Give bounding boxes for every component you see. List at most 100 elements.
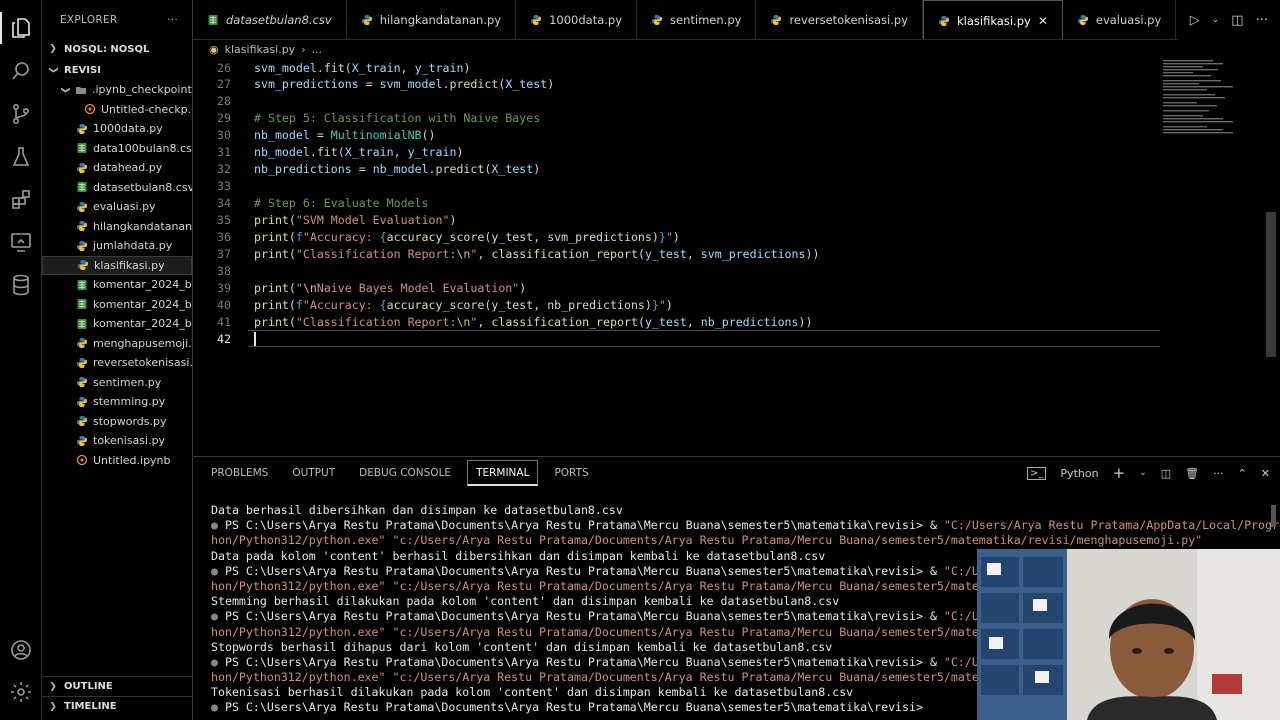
terminal-prompt: PS C:\Users\Arya Restu Pratama\Documents… bbox=[224, 563, 944, 578]
tab-hilangkandatanan[interactable]: hilangkandatanan.py bbox=[347, 0, 517, 39]
run-icon[interactable]: ▷ bbox=[1190, 13, 1200, 28]
search-icon[interactable] bbox=[0, 51, 42, 91]
panel-tab-problems[interactable]: PROBLEMS bbox=[203, 457, 276, 489]
sidebar-item[interactable]: Untitled-checkp... bbox=[42, 100, 192, 120]
explorer-icon[interactable] bbox=[0, 8, 42, 48]
panel-more-icon[interactable]: ··· bbox=[1213, 467, 1224, 480]
tab-reversetokenisasi[interactable]: reversetokenisasi.py bbox=[756, 0, 924, 39]
code-editor[interactable]: 26 svm_model.fit(X_train, y_train) 27 svm_p… bbox=[193, 58, 1280, 456]
py-file-icon bbox=[76, 357, 88, 369]
sidebar-item[interactable]: komentar_2024_b... bbox=[42, 295, 192, 315]
explorer-more-icon[interactable]: ··· bbox=[167, 14, 178, 26]
run-dropdown-icon[interactable]: ⌄ bbox=[1212, 15, 1220, 25]
folder-nosql-header[interactable]: ❯ NOSQL: NOSQL bbox=[42, 40, 192, 58]
kill-terminal-icon[interactable]: 🗑 bbox=[1185, 467, 1199, 480]
panel-tab-output[interactable]: OUTPUT bbox=[284, 457, 343, 489]
maximize-panel-icon[interactable]: ⌃ bbox=[1238, 467, 1247, 480]
extensions-icon[interactable] bbox=[0, 180, 42, 220]
terminal-output-text: Stopwords berhasil dihapus dari kolom 'c… bbox=[211, 639, 833, 654]
outline-label: OUTLINE bbox=[64, 681, 113, 692]
sidebar-item[interactable]: ❯ .ipynb_checkpoints bbox=[42, 80, 192, 100]
line-number: 39 bbox=[217, 280, 231, 295]
tab-datasetbulan8[interactable]: datasetbulan8.csv bbox=[193, 0, 347, 39]
sidebar-item[interactable]: stemming.py bbox=[42, 392, 192, 412]
py-file-icon bbox=[76, 201, 88, 213]
split-terminal-icon[interactable]: ◫ bbox=[1161, 467, 1171, 480]
code-line: 36 print(f"Accuracy: {accuracy_score(y_te… bbox=[193, 229, 680, 246]
sidebar-item[interactable]: klasifikasi.py bbox=[42, 255, 192, 275]
sidebar-item[interactable]: stopwords.py bbox=[42, 412, 192, 432]
sidebar-item[interactable]: jumlahdata.py bbox=[42, 236, 192, 256]
account-icon[interactable] bbox=[0, 630, 42, 670]
line-number: 35 bbox=[217, 213, 231, 228]
code-text: # Step 6: Evaluate Models bbox=[254, 196, 429, 211]
tab-klasifikasi[interactable]: klasifikasi.py ✕ bbox=[923, 0, 1063, 39]
chevron-right-icon: ❯ bbox=[49, 701, 57, 712]
code-line: 39 print("\nNaive Bayes Model Evaluation"… bbox=[193, 279, 526, 296]
code-line: 32 nb_predictions = nb_model.predict(X_te… bbox=[193, 161, 540, 178]
settings-gear-icon[interactable] bbox=[0, 672, 42, 712]
outline-header[interactable]: ❯ OUTLINE bbox=[42, 676, 192, 696]
minimap[interactable] bbox=[1161, 58, 1239, 138]
code-text: print("Classification Report:\n", classi… bbox=[254, 314, 813, 329]
sidebar-item[interactable]: reversetokenisasi.... bbox=[42, 353, 192, 373]
code-line: 37 print("Classification Report:\n", clas… bbox=[193, 245, 819, 262]
terminal-shell-label[interactable]: Python bbox=[1060, 467, 1098, 480]
testing-flask-icon[interactable] bbox=[0, 137, 42, 177]
sidebar-item[interactable]: Untitled.ipynb bbox=[42, 451, 192, 471]
breadcrumb-symbol[interactable]: ... bbox=[312, 43, 323, 56]
sidebar-item[interactable]: komentar_2024_b... bbox=[42, 314, 192, 334]
sidebar-item-label: sentimen.py bbox=[93, 375, 162, 389]
new-terminal-icon[interactable]: + bbox=[1113, 464, 1126, 482]
sidebar-item[interactable]: hilangkandatanan... bbox=[42, 217, 192, 237]
close-panel-icon[interactable]: ✕ bbox=[1261, 467, 1270, 480]
close-tab-icon[interactable]: ✕ bbox=[1038, 14, 1048, 28]
source-control-icon[interactable] bbox=[0, 94, 42, 134]
more-actions-icon[interactable]: ··· bbox=[1256, 13, 1268, 28]
panel-tab-ports[interactable]: PORTS bbox=[546, 457, 596, 489]
code-line: 35 print("SVM Model Evaluation") bbox=[193, 212, 456, 229]
sidebar-item[interactable]: sentimen.py bbox=[42, 373, 192, 393]
sidebar-item-label: menghapusemoji.... bbox=[93, 336, 192, 350]
terminal-dropdown-icon[interactable]: ⌄ bbox=[1139, 468, 1147, 478]
code-text: print(f"Accuracy: {accuracy_score(y_test… bbox=[254, 230, 680, 244]
sidebar-item[interactable]: 1000data.py bbox=[42, 119, 192, 139]
line-number: 34 bbox=[217, 196, 231, 211]
sidebar-item[interactable]: evaluasi.py bbox=[42, 197, 192, 217]
csv-file-icon bbox=[207, 14, 219, 26]
tab-sentimen[interactable]: sentimen.py bbox=[637, 0, 757, 39]
sidebar-item[interactable]: data100bulan8.csv bbox=[42, 139, 192, 159]
split-editor-icon[interactable]: ◫ bbox=[1231, 13, 1243, 28]
database-icon[interactable] bbox=[0, 265, 42, 305]
sidebar-item-label: reversetokenisasi.... bbox=[93, 356, 192, 370]
breadcrumb-file[interactable]: klasifikasi.py bbox=[225, 43, 296, 56]
breadcrumb-separator: › bbox=[301, 43, 306, 56]
terminal-prompt: PS C:\Users\Arya Restu Pratama\Documents… bbox=[224, 518, 944, 533]
timeline-label: TIMELINE bbox=[64, 701, 117, 712]
tab-1000data[interactable]: 1000data.py bbox=[516, 0, 638, 39]
sidebar-item[interactable]: menghapusemoji.... bbox=[42, 334, 192, 354]
prompt-marker: ● bbox=[211, 563, 225, 578]
tab-evaluasi[interactable]: evaluasi.py bbox=[1063, 0, 1177, 39]
py-file-icon bbox=[76, 123, 88, 135]
terminal-scrollbar[interactable] bbox=[1271, 505, 1276, 527]
folder-revisi-header[interactable]: ❯ REVISI bbox=[42, 60, 192, 80]
panel-tab-debug-console[interactable]: DEBUG CONSOLE bbox=[351, 457, 459, 489]
line-number: 26 bbox=[217, 60, 231, 75]
terminal-output-text: Data berhasil dibersihkan dan disimpan k… bbox=[211, 503, 623, 517]
code-line: 28 bbox=[193, 93, 231, 110]
timeline-header[interactable]: ❯ TIMELINE bbox=[42, 696, 192, 716]
sidebar-item[interactable]: datasetbulan8.csv bbox=[42, 178, 192, 198]
sidebar-item[interactable]: datahead.py bbox=[42, 158, 192, 178]
py-file-icon bbox=[76, 415, 88, 427]
remote-explorer-icon[interactable] bbox=[0, 222, 42, 262]
panel-tab-terminal[interactable]: TERMINAL bbox=[467, 460, 539, 486]
editor-scrollbar[interactable] bbox=[1266, 212, 1276, 357]
line-number: 42 bbox=[217, 331, 231, 346]
sidebar-item-label: jumlahdata.py bbox=[93, 239, 173, 253]
notebook-file-icon bbox=[76, 454, 88, 466]
sidebar-item[interactable]: tokenisasi.py bbox=[42, 431, 192, 451]
webcam-image bbox=[977, 549, 1280, 720]
code-text: # Step 5: Classification with Naive Baye… bbox=[254, 111, 541, 126]
sidebar-item[interactable]: komentar_2024_b... bbox=[42, 275, 192, 295]
